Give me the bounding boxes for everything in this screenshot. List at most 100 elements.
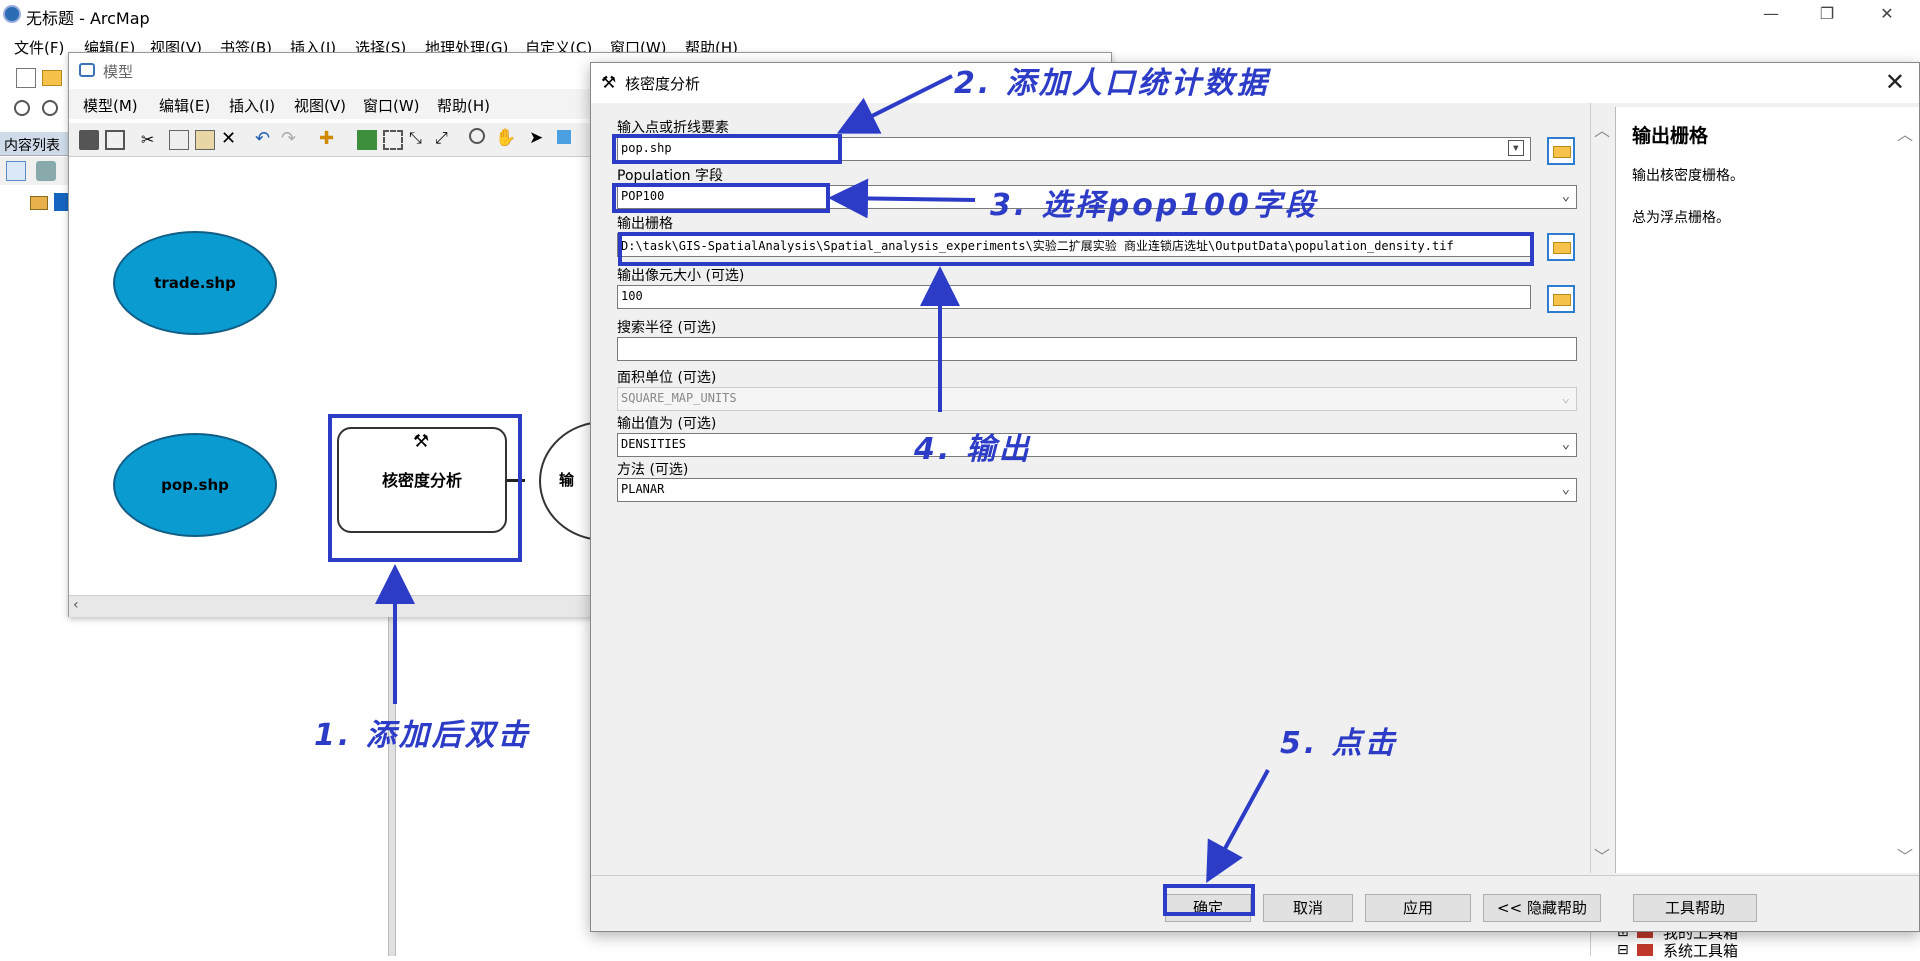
delete-icon[interactable]: ✕ — [221, 128, 241, 149]
output-values-label: 输出值为 (可选) — [617, 416, 717, 432]
area-units-value: SQUARE_MAP_UNITS — [621, 391, 737, 405]
full-extent-icon[interactable] — [383, 130, 403, 150]
node-pop-label: pop.shp — [161, 476, 229, 494]
cell-size-value: 100 — [621, 289, 643, 303]
connect-icon[interactable] — [557, 130, 571, 144]
toc-title: 内容列表 — [0, 132, 70, 156]
hammer-icon: ⚒ — [601, 73, 617, 93]
layers-icon[interactable] — [30, 196, 48, 210]
background-splitter — [388, 617, 396, 956]
layers-node-selected[interactable] — [54, 193, 68, 211]
fixed-zoom-out-icon[interactable]: ⤢ — [435, 128, 455, 148]
help-scroll-down-icon[interactable]: ﹀ — [1897, 843, 1913, 867]
dialog-footer: 确定 取消 应用 << 隐藏帮助 工具帮助 — [591, 875, 1919, 931]
scroll-up-icon[interactable]: ︿ — [1594, 117, 1610, 141]
tools-toolbar — [0, 96, 70, 126]
method-select[interactable]: PLANAR ⌄ — [617, 478, 1577, 502]
open-folder-icon[interactable] — [42, 70, 62, 86]
zoom-out-icon[interactable] — [42, 100, 58, 116]
fixed-zoom-in-icon[interactable]: ⤡ — [409, 128, 429, 148]
model-menu-insert[interactable]: 插入(I) — [229, 95, 275, 116]
undo-icon[interactable]: ↶ — [255, 128, 275, 149]
list-by-drawing-order-icon[interactable] — [6, 161, 26, 181]
method-label: 方法 (可选) — [617, 462, 689, 478]
browse-input-folder-icon[interactable] — [1547, 137, 1575, 165]
help-line-2: 总为浮点栅格。 — [1632, 210, 1730, 226]
annotation-step-2: 2. 添加人口统计数据 — [954, 66, 1270, 101]
zoom-in-icon[interactable] — [14, 100, 30, 116]
arcmap-logo-icon — [3, 5, 21, 23]
model-menu-view[interactable]: 视图(V) — [294, 95, 346, 116]
highlight-box-ok — [1163, 884, 1255, 916]
chevron-down-icon[interactable]: ⌄ — [1562, 481, 1570, 497]
search-radius-label: 搜索半径 (可选) — [617, 320, 717, 336]
output-raster-label: 输出栅格 — [617, 216, 673, 232]
annotation-step-4: 4. 输出 — [914, 432, 1032, 467]
select-arrow-icon[interactable]: ➤ — [529, 128, 549, 148]
output-values-value: DENSITIES — [621, 437, 687, 451]
browse-cellsize-folder-icon[interactable] — [1547, 285, 1575, 313]
highlight-box-input — [612, 134, 842, 164]
print-icon[interactable] — [105, 130, 125, 150]
tool-help-button[interactable]: 工具帮助 — [1633, 894, 1757, 922]
node-trade-label: trade.shp — [154, 274, 236, 292]
standard-toolbar — [0, 64, 70, 94]
model-menu-window[interactable]: 窗口(W) — [363, 95, 420, 116]
highlight-box-tool-node — [328, 414, 522, 562]
restore-icon[interactable]: ❐ — [1804, 0, 1850, 30]
menu-file[interactable]: 文件(F) — [14, 37, 64, 58]
help-line-1: 输出核密度栅格。 — [1632, 168, 1744, 184]
node-trade-shp[interactable]: trade.shp — [113, 231, 277, 335]
model-title: 模型 — [103, 63, 134, 81]
scroll-down-icon[interactable]: ﹀ — [1594, 843, 1610, 867]
help-title: 输出栅格 — [1632, 125, 1709, 147]
search-radius-field[interactable] — [617, 337, 1577, 361]
highlight-box-population — [612, 183, 830, 213]
help-panel: 输出栅格 输出核密度栅格。 总为浮点栅格。 ︿ ﹀ — [1615, 107, 1919, 873]
form-scrollbar[interactable]: ︿ ﹀ — [1591, 103, 1611, 873]
app-title: 无标题 - ArcMap — [26, 9, 150, 28]
chevron-down-icon: ⌄ — [1561, 390, 1570, 406]
population-field-label: Population 字段 — [617, 168, 724, 184]
pan-hand-icon[interactable]: ✋ — [495, 128, 516, 148]
model-menu-edit[interactable]: 编辑(E) — [159, 95, 210, 116]
node-pop-shp[interactable]: pop.shp — [113, 433, 277, 537]
highlight-box-output — [618, 232, 1534, 266]
paste-icon[interactable] — [195, 130, 215, 150]
copy-icon[interactable] — [169, 130, 189, 150]
add-data-icon[interactable]: ✚ — [319, 128, 339, 149]
auto-layout-icon[interactable] — [357, 130, 377, 150]
area-units-select: SQUARE_MAP_UNITS ⌄ — [617, 387, 1577, 411]
node-output-label: 输 — [559, 471, 575, 489]
save-icon[interactable] — [79, 130, 99, 150]
model-icon — [79, 63, 95, 77]
minimize-icon[interactable]: — — [1748, 0, 1794, 30]
scroll-left-icon[interactable]: ‹ — [73, 597, 79, 613]
tree-item-system-toolboxes[interactable]: 系统工具箱 — [1663, 940, 1738, 961]
output-values-select[interactable]: DENSITIES ⌄ — [617, 433, 1577, 457]
new-document-icon[interactable] — [16, 68, 36, 88]
toolbox-icon — [1637, 944, 1653, 956]
app-titlebar: 无标题 - ArcMap — ❐ ✕ — [0, 0, 1920, 30]
model-menu-help[interactable]: 帮助(H) — [437, 95, 490, 116]
model-menu-model[interactable]: 模型(M) — [83, 95, 138, 116]
zoom-icon[interactable] — [469, 128, 485, 144]
method-value: PLANAR — [621, 482, 665, 496]
list-by-source-icon[interactable] — [36, 161, 56, 181]
annotation-step-5: 5. 点击 — [1280, 726, 1398, 761]
annotation-step-1: 1. 添加后双击 — [314, 718, 531, 753]
hide-help-button[interactable]: << 隐藏帮助 — [1483, 894, 1601, 922]
redo-icon[interactable]: ↷ — [281, 128, 301, 149]
apply-button[interactable]: 应用 — [1365, 894, 1471, 922]
cancel-button[interactable]: 取消 — [1263, 894, 1353, 922]
chevron-down-icon[interactable]: ⌄ — [1562, 188, 1570, 204]
cut-icon[interactable]: ✂ — [141, 130, 161, 150]
help-scroll-up-icon[interactable]: ︿ — [1897, 121, 1913, 145]
toc-toolbar — [0, 157, 70, 185]
dropdown-arrow-icon[interactable]: ▾ — [1507, 140, 1524, 156]
dialog-close-icon[interactable]: ✕ — [1885, 68, 1905, 96]
close-app-icon[interactable]: ✕ — [1864, 0, 1910, 30]
browse-output-folder-icon[interactable] — [1547, 233, 1575, 261]
chevron-down-icon[interactable]: ⌄ — [1562, 436, 1570, 452]
cell-size-field[interactable]: 100 — [617, 285, 1531, 309]
